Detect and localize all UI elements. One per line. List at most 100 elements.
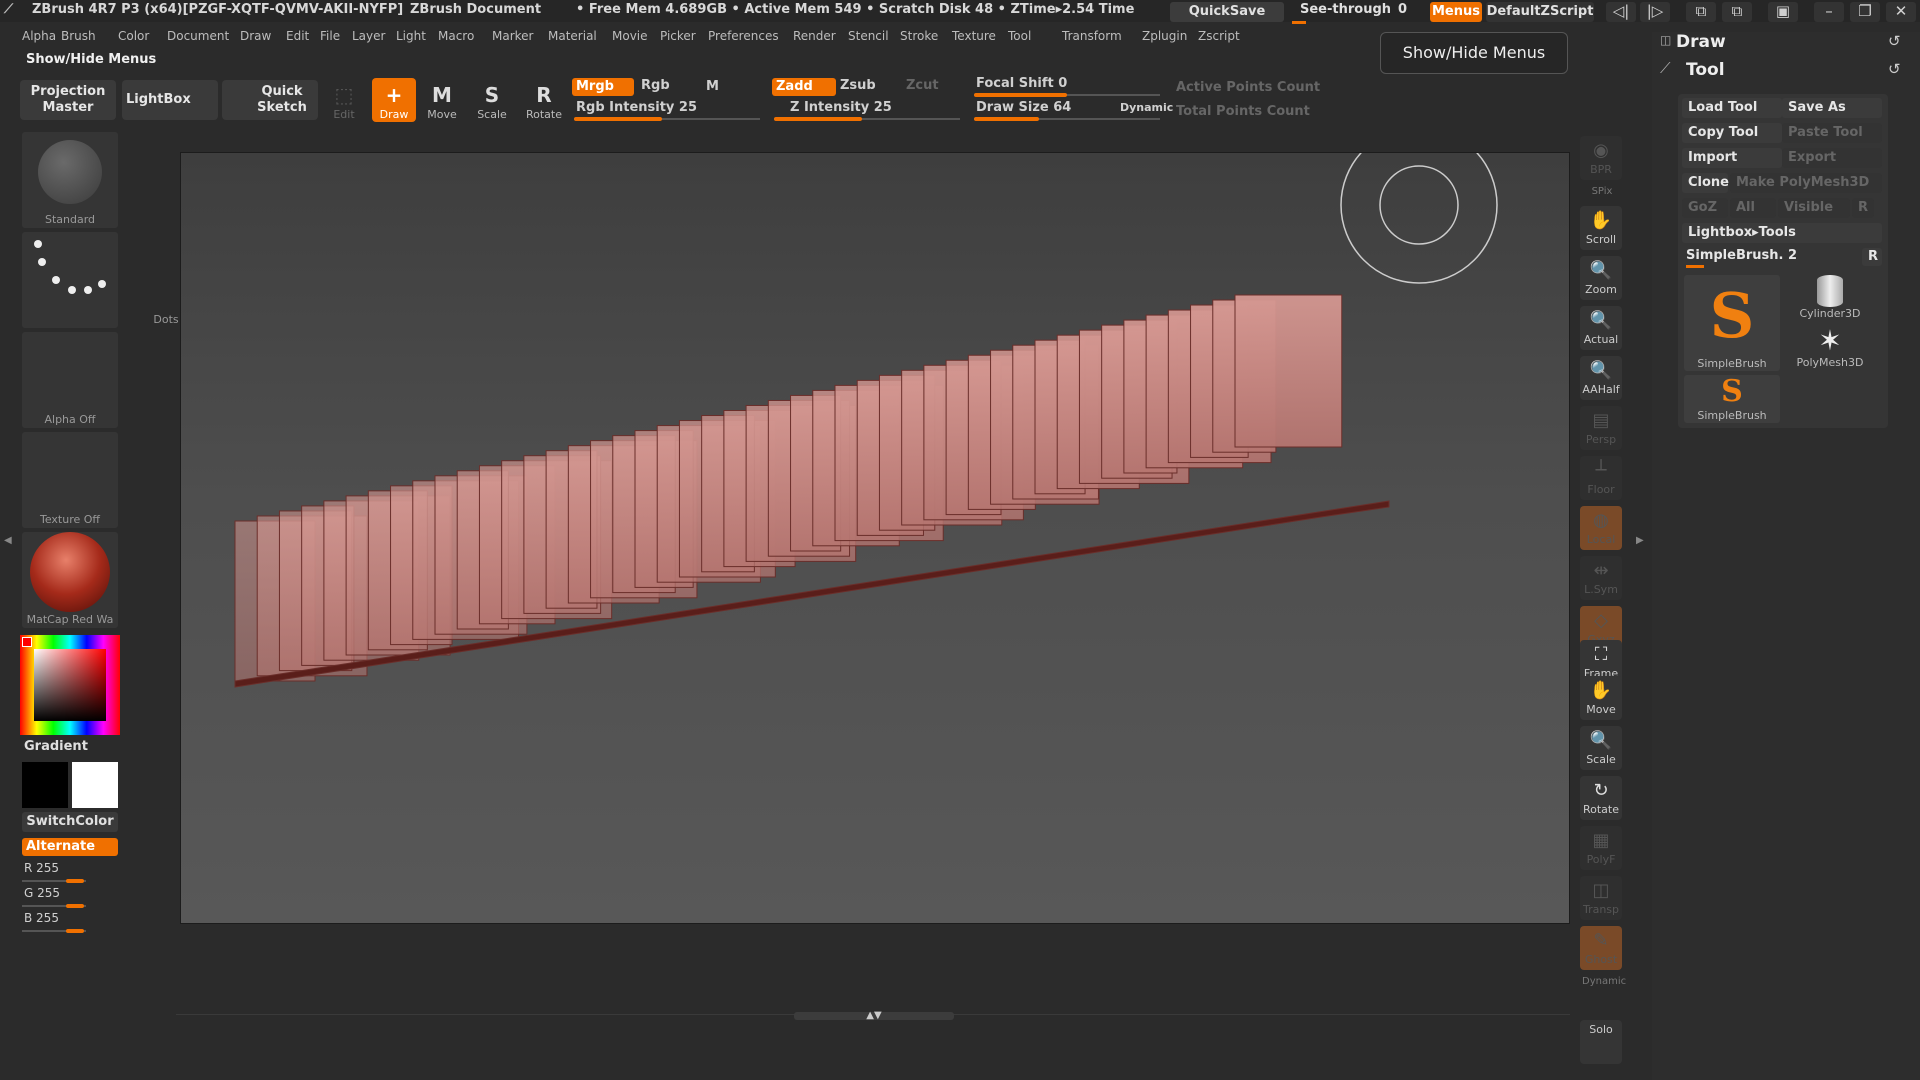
view-scale-button[interactable]: 🔍 Scale xyxy=(1580,726,1622,770)
rgb-intensity-slider[interactable] xyxy=(574,117,760,121)
menu-zplugin[interactable]: Zplugin xyxy=(1142,29,1187,43)
tool-reset-icon[interactable]: ↺ xyxy=(1888,60,1901,78)
gradient-label[interactable]: Gradient xyxy=(24,739,88,754)
main-color-swatch[interactable] xyxy=(22,762,68,808)
tool-palette-title[interactable]: Tool xyxy=(1686,60,1725,80)
view-solo-button[interactable]: Solo xyxy=(1580,1020,1622,1064)
menu-marker[interactable]: Marker xyxy=(492,29,533,43)
mrgb-toggle[interactable]: Mrgb xyxy=(572,78,634,96)
cylinder3d-thumbnail[interactable]: Cylinder3D xyxy=(1782,275,1878,325)
menu-document[interactable]: Document xyxy=(167,29,229,43)
menu-material[interactable]: Material xyxy=(548,29,597,43)
menu-color[interactable]: Color xyxy=(118,29,149,43)
shrink-ui-icon[interactable]: ◁| xyxy=(1606,2,1636,22)
layout-1-icon[interactable]: ⧉ xyxy=(1686,2,1716,22)
projection-master-button[interactable]: Projection Master xyxy=(20,80,116,120)
polymesh3d-thumbnail[interactable]: ✶ PolyMesh3D xyxy=(1782,326,1878,372)
z-intensity-slider[interactable] xyxy=(774,117,960,121)
seethrough-slider[interactable]: See-through 0 xyxy=(1292,2,1408,24)
simplebrush-thumbnail[interactable]: S SimpleBrush xyxy=(1684,275,1780,371)
menus-button[interactable]: Menus xyxy=(1430,2,1482,22)
menu-texture[interactable]: Texture xyxy=(952,29,996,43)
current-tool-name[interactable]: SimpleBrush. 2 xyxy=(1686,248,1856,268)
color-picker[interactable] xyxy=(20,635,120,735)
left-tray-arrow-icon[interactable]: ◀ xyxy=(4,535,12,571)
view-move-button[interactable]: ✋ Move xyxy=(1580,676,1622,720)
brush-slot[interactable]: Standard xyxy=(22,132,118,228)
expand-ui-icon[interactable]: |▷ xyxy=(1640,2,1670,22)
zbrush-logo-icon[interactable]: ⟋ xyxy=(4,2,13,17)
alternate-toggle[interactable]: Alternate xyxy=(22,838,118,856)
alpha-slot[interactable]: Alpha Off xyxy=(22,332,118,428)
view-polyf-button[interactable]: ▦ PolyF xyxy=(1580,826,1622,870)
b-slider[interactable] xyxy=(22,929,86,933)
view-actual-button[interactable]: 🔍 Actual xyxy=(1580,306,1622,350)
default-zscript-button[interactable]: DefaultZScript xyxy=(1486,2,1594,22)
menu-layer[interactable]: Layer xyxy=(352,29,385,43)
focal-shift-slider[interactable] xyxy=(974,93,1160,97)
export-button[interactable]: Export xyxy=(1782,148,1882,168)
bottom-tray-toggle[interactable]: ▲▼ xyxy=(794,1011,954,1021)
view-rotate-button[interactable]: ↻ Rotate xyxy=(1580,776,1622,820)
view-transp-button[interactable]: ◫ Transp xyxy=(1580,876,1622,920)
stroke-slot[interactable]: Dots xyxy=(22,232,179,328)
menu-stencil[interactable]: Stencil xyxy=(848,29,889,43)
scale-tool-button[interactable]: S Scale xyxy=(470,78,514,122)
r-slider[interactable] xyxy=(22,879,86,883)
lightbox-button[interactable]: LightBox xyxy=(122,80,218,120)
view-aahalf-button[interactable]: 🔍 AAHalf xyxy=(1580,356,1622,400)
draw-size-slider[interactable] xyxy=(974,117,1160,121)
view-bpr-button[interactable]: ◉ BPR xyxy=(1580,136,1622,180)
document-canvas[interactable] xyxy=(180,126,1570,924)
view-dynamic-button[interactable]: Dynamic xyxy=(1582,976,1626,987)
menu-file[interactable]: File xyxy=(320,29,340,43)
layout-2-icon[interactable]: ⧉ xyxy=(1722,2,1752,22)
switchcolor-button[interactable]: SwitchColor xyxy=(22,812,118,832)
right-tray-arrow-icon[interactable]: ▶ xyxy=(1636,535,1644,571)
clone-button[interactable]: Clone xyxy=(1682,173,1729,193)
m-toggle[interactable]: M xyxy=(706,79,719,94)
current-tool-slider[interactable] xyxy=(1686,265,1704,268)
secondary-color-swatch[interactable] xyxy=(72,762,118,808)
zcut-toggle[interactable]: Zcut xyxy=(906,78,939,93)
simplebrush-thumbnail-small[interactable]: S SimpleBrush xyxy=(1684,375,1780,423)
goz-button[interactable]: GoZ xyxy=(1682,198,1728,218)
g-slider[interactable] xyxy=(22,904,86,908)
zsub-toggle[interactable]: Zsub xyxy=(840,78,876,93)
dynamic-toggle[interactable]: Dynamic xyxy=(1120,101,1173,114)
menu-movie[interactable]: Movie xyxy=(612,29,648,43)
visible-button[interactable]: Visible xyxy=(1778,198,1850,218)
view-ghost-button[interactable]: ✎ Ghost xyxy=(1580,926,1622,970)
menu-edit[interactable]: Edit xyxy=(286,29,309,43)
paste-tool-button[interactable]: Paste Tool xyxy=(1782,123,1882,143)
draw-tool-button[interactable]: + Draw xyxy=(372,78,416,122)
view-l-sym-button[interactable]: ⇹ L.Sym xyxy=(1580,556,1622,600)
show-hide-menus-label[interactable]: Show/Hide Menus xyxy=(26,52,156,67)
view-local-button[interactable]: ◍ Local xyxy=(1580,506,1622,550)
menu-tool[interactable]: Tool xyxy=(1008,29,1031,43)
menu-alpha[interactable]: Alpha xyxy=(22,29,56,43)
view-spix-button[interactable]: SPix xyxy=(1582,186,1622,197)
rgb-toggle[interactable]: Rgb xyxy=(641,78,670,93)
rotate-tool-button[interactable]: R Rotate xyxy=(522,78,566,122)
view-persp-button[interactable]: ▤ Persp xyxy=(1580,406,1622,450)
draw-reset-icon[interactable]: ↺ xyxy=(1888,32,1901,50)
save-as-button[interactable]: Save As xyxy=(1782,98,1882,118)
minimize-icon[interactable]: – xyxy=(1814,2,1844,22)
menu-stroke[interactable]: Stroke xyxy=(900,29,938,43)
menu-preferences[interactable]: Preferences xyxy=(708,29,779,43)
lightbox-tools-button[interactable]: Lightbox▸Tools xyxy=(1682,223,1882,243)
draw-palette-title[interactable]: Draw xyxy=(1676,32,1726,52)
menu-zscript[interactable]: Zscript xyxy=(1198,29,1240,43)
zadd-toggle[interactable]: Zadd xyxy=(772,78,836,96)
all-button[interactable]: All xyxy=(1730,198,1776,218)
view-scroll-button[interactable]: ✋ Scroll xyxy=(1580,206,1622,250)
menu-macro[interactable]: Macro xyxy=(438,29,474,43)
view-floor-button[interactable]: ┴ Floor xyxy=(1580,456,1622,500)
r-button[interactable]: R xyxy=(1852,198,1874,218)
menu-transform[interactable]: Transform xyxy=(1062,29,1122,43)
load-tool-button[interactable]: Load Tool xyxy=(1682,98,1782,118)
quick-sketch-button[interactable]: Quick Sketch xyxy=(222,80,318,120)
quicksave-button[interactable]: QuickSave xyxy=(1170,2,1284,22)
copy-tool-button[interactable]: Copy Tool xyxy=(1682,123,1782,143)
